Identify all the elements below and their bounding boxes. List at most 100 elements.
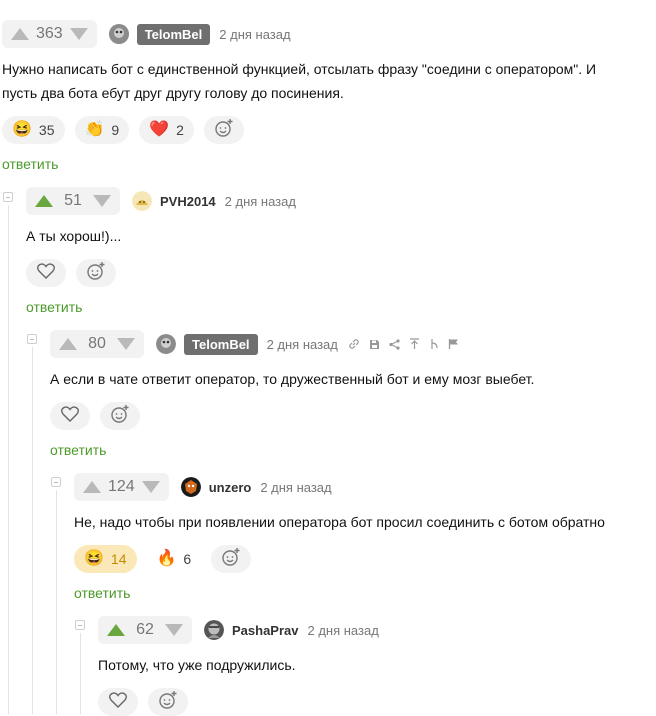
- collapse-thread-button[interactable]: [27, 334, 37, 344]
- like-button[interactable]: [50, 402, 90, 430]
- reply-link[interactable]: ответить: [26, 299, 82, 315]
- comment-text: Не, надо чтобы при появлении оператора б…: [74, 514, 605, 530]
- heart-icon: [109, 691, 127, 713]
- add-reaction-icon: [86, 261, 106, 286]
- vote-count: 62: [136, 621, 154, 638]
- arrow-down-icon[interactable]: [141, 477, 161, 497]
- add-reaction-icon: [110, 404, 130, 429]
- reaction-clap[interactable]: 👏 9: [74, 116, 130, 144]
- thread-line: [32, 347, 33, 714]
- comment-header: 62 PashaPrav 2 дня назад: [98, 615, 379, 645]
- link-icon[interactable]: [348, 338, 360, 350]
- reaction-laugh[interactable]: 😆 35: [2, 116, 65, 144]
- arrow-down-icon[interactable]: [92, 191, 112, 211]
- avatar[interactable]: [108, 24, 129, 44]
- add-reaction-icon: [221, 547, 241, 572]
- flag-icon[interactable]: [448, 338, 459, 350]
- like-button[interactable]: [98, 688, 138, 716]
- reactions-bar: 😆 35 👏 9 ❤️ 2: [2, 116, 244, 144]
- reply-link[interactable]: ответить: [50, 442, 106, 458]
- clap-icon: 👏: [84, 121, 105, 138]
- comment-header: 124 unzero 2 дня назад: [74, 472, 332, 502]
- username[interactable]: unzero: [209, 480, 252, 495]
- heart-icon: ❤️: [149, 121, 170, 138]
- reaction-laugh[interactable]: 😆 14: [74, 545, 137, 573]
- collapse-thread-button[interactable]: [51, 477, 61, 487]
- collapse-thread-button[interactable]: [75, 620, 85, 630]
- timestamp[interactable]: 2 дня назад: [308, 623, 379, 638]
- arrow-down-icon[interactable]: [164, 620, 184, 640]
- reactions-bar: 😆 14 🔥 6: [74, 545, 252, 573]
- reaction-count: 9: [111, 122, 120, 138]
- arrow-up-icon[interactable]: [10, 24, 30, 44]
- vote-count: 80: [88, 335, 106, 352]
- username[interactable]: PVH2014: [160, 194, 216, 209]
- comment-text: А ты хорош!)...: [26, 228, 122, 244]
- avatar[interactable]: [132, 191, 152, 211]
- avatar[interactable]: [180, 477, 201, 497]
- reaction-heart[interactable]: ❤️ 2: [139, 116, 194, 144]
- timestamp[interactable]: 2 дня назад: [225, 194, 296, 209]
- branch-icon[interactable]: [429, 338, 439, 350]
- username[interactable]: PashaPrav: [232, 623, 299, 638]
- add-reaction-button[interactable]: [100, 402, 140, 430]
- arrow-up-icon[interactable]: [58, 334, 78, 354]
- collapse-thread-button[interactable]: [3, 192, 13, 202]
- vote-box: 62: [98, 616, 192, 644]
- add-reaction-button[interactable]: [203, 116, 244, 144]
- comment-text: Потому, что уже подружились.: [98, 657, 296, 673]
- reactions-bar: [26, 259, 116, 287]
- vote-count: 51: [64, 192, 82, 209]
- username[interactable]: TelomBel: [184, 333, 258, 355]
- username[interactable]: TelomBel: [136, 23, 211, 45]
- pin-icon[interactable]: [409, 338, 420, 350]
- add-reaction-icon: [214, 118, 234, 143]
- reply-link[interactable]: ответить: [2, 156, 58, 172]
- timestamp[interactable]: 2 дня назад: [267, 337, 338, 352]
- heart-icon: [37, 262, 55, 284]
- like-button[interactable]: [26, 259, 66, 287]
- laugh-icon: 😆: [12, 121, 32, 138]
- reaction-count: 35: [38, 122, 55, 138]
- reaction-fire[interactable]: 🔥 6: [146, 545, 202, 573]
- vote-box: 124: [74, 473, 169, 501]
- vote-count: 363: [36, 25, 63, 42]
- arrow-up-icon[interactable]: [82, 477, 102, 497]
- reactions-bar: [98, 688, 188, 716]
- reaction-count: 2: [176, 122, 184, 138]
- comment-header: 51 PVH2014 2 дня назад: [26, 186, 296, 216]
- thread-line: [80, 633, 81, 714]
- avatar[interactable]: [156, 334, 176, 354]
- fire-icon: 🔥: [156, 550, 177, 567]
- arrow-up-icon[interactable]: [106, 620, 126, 640]
- timestamp[interactable]: 2 дня назад: [219, 27, 290, 42]
- add-reaction-icon: [158, 690, 178, 715]
- comment-tools: [348, 338, 459, 350]
- avatar[interactable]: [204, 620, 224, 640]
- arrow-down-icon[interactable]: [116, 334, 136, 354]
- comment-header: 80 TelomBel 2 дня назад: [50, 329, 459, 359]
- add-reaction-button[interactable]: [76, 259, 116, 287]
- share-icon[interactable]: [389, 338, 400, 350]
- reaction-count: 6: [183, 551, 192, 567]
- add-reaction-button[interactable]: [148, 688, 188, 716]
- reply-link[interactable]: ответить: [74, 585, 130, 601]
- vote-box: 363: [2, 20, 97, 48]
- vote-box: 80: [50, 330, 144, 358]
- comment-header: 363 TelomBel 2 дня назад: [2, 19, 291, 49]
- save-icon[interactable]: [369, 339, 380, 350]
- thread-line: [56, 490, 57, 714]
- comment-text: Нужно написать бот с единственной функци…: [2, 61, 597, 101]
- vote-box: 51: [26, 187, 120, 215]
- timestamp[interactable]: 2 дня назад: [260, 480, 331, 495]
- heart-icon: [61, 405, 79, 427]
- comment-text: А если в чате ответит оператор, то друже…: [50, 371, 535, 387]
- arrow-down-icon[interactable]: [69, 24, 89, 44]
- arrow-up-icon[interactable]: [34, 191, 54, 211]
- reactions-bar: [50, 402, 140, 430]
- vote-count: 124: [108, 478, 135, 495]
- reaction-count: 14: [110, 551, 127, 567]
- laugh-icon: 😆: [84, 550, 104, 567]
- thread-line: [8, 205, 9, 714]
- add-reaction-button[interactable]: [211, 545, 252, 573]
